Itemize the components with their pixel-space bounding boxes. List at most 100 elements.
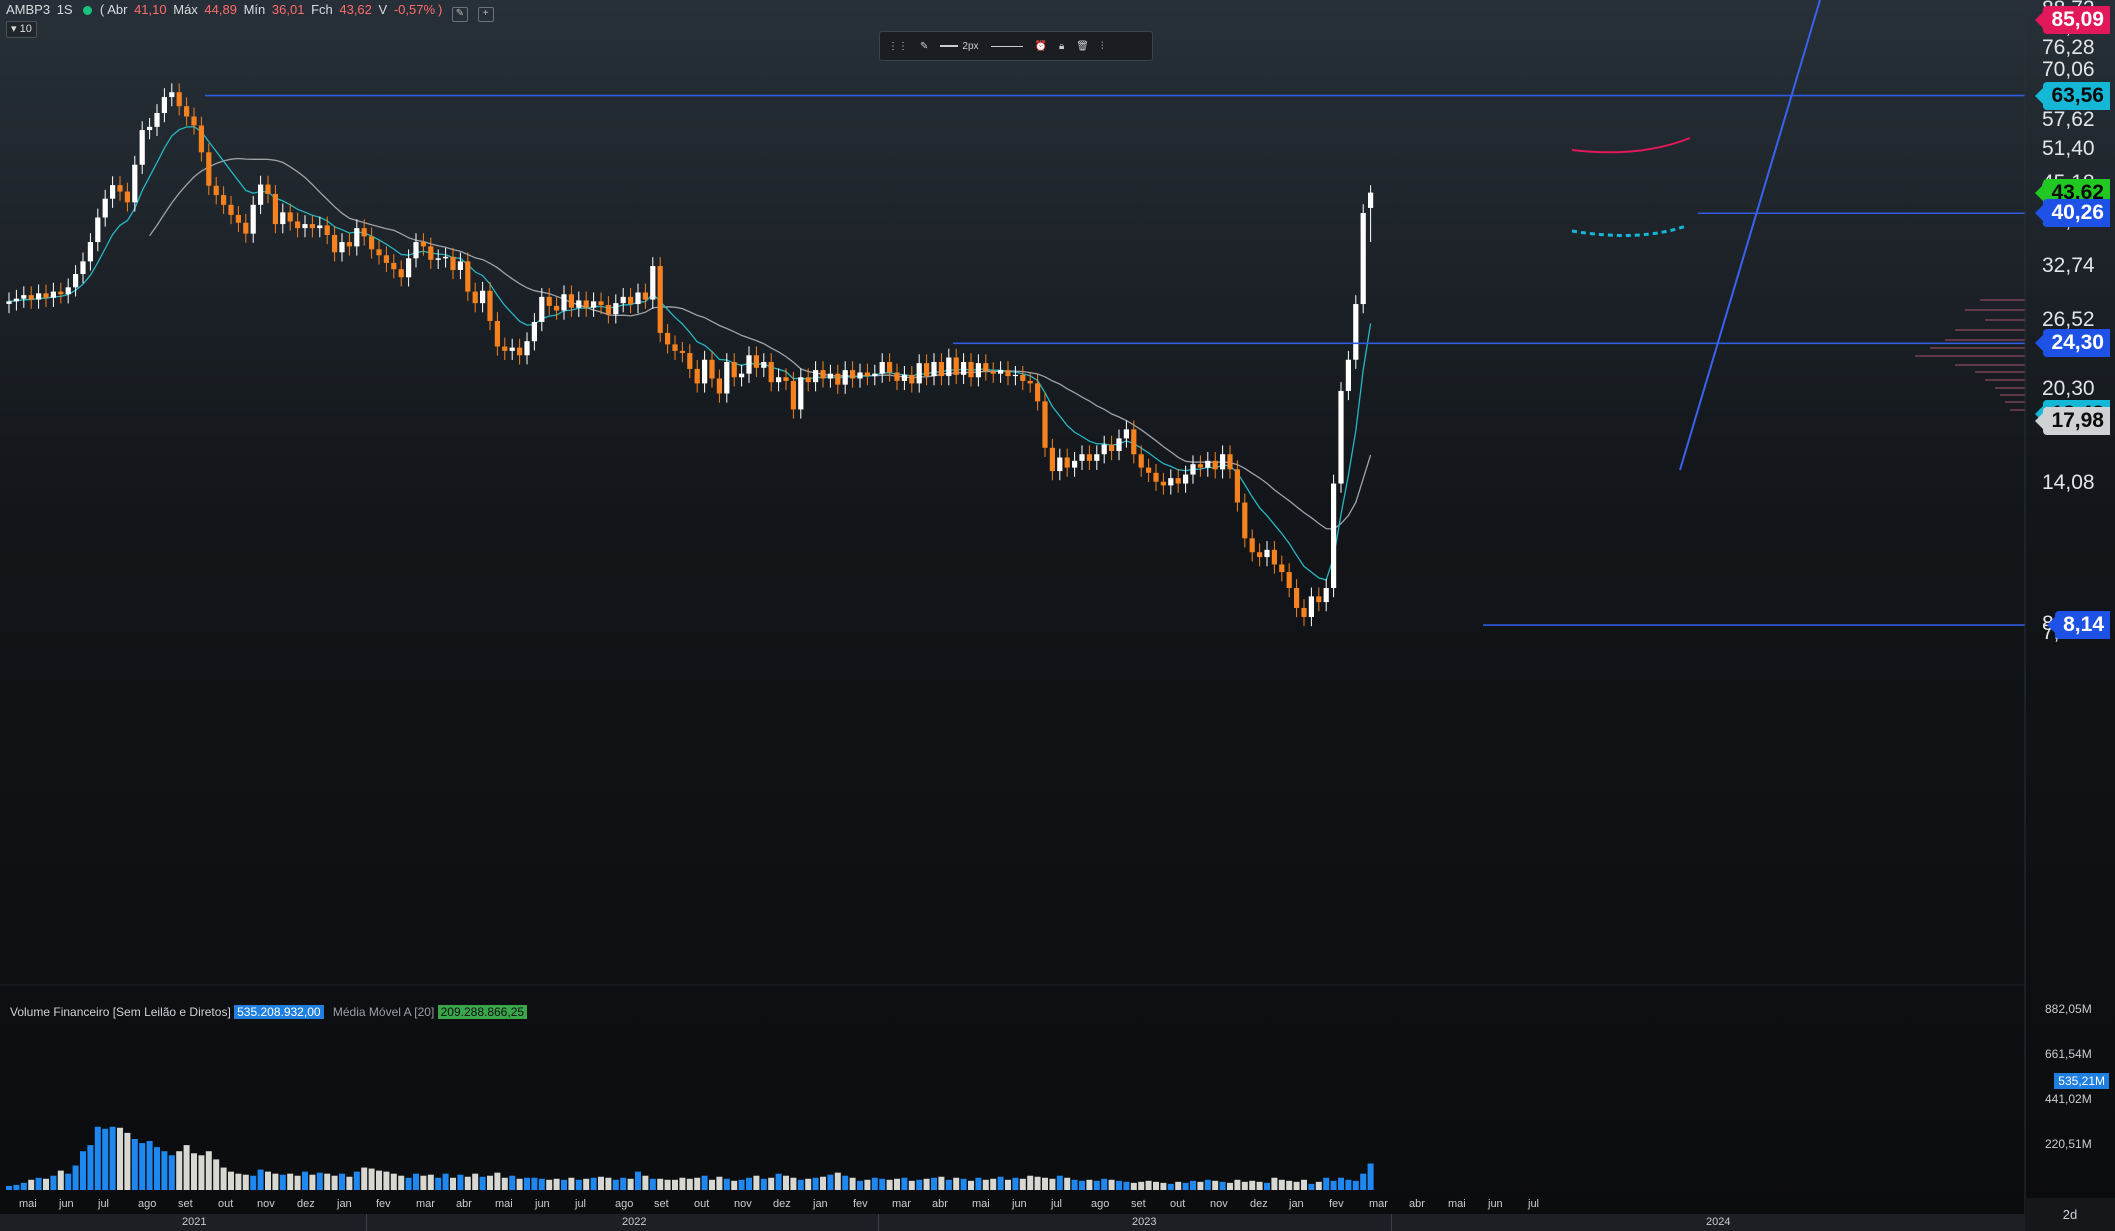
volume-bar[interactable]: [746, 1177, 752, 1190]
candle-body[interactable]: [731, 362, 737, 378]
candle-body[interactable]: [768, 362, 774, 383]
volume-bar[interactable]: [805, 1178, 812, 1190]
candle-body[interactable]: [95, 217, 101, 243]
candle-body[interactable]: [332, 235, 338, 253]
volume-bar[interactable]: [849, 1177, 856, 1190]
candle-body[interactable]: [169, 92, 175, 98]
volume-bar[interactable]: [524, 1177, 530, 1190]
candle-body[interactable]: [805, 377, 811, 383]
volume-bar[interactable]: [753, 1175, 760, 1190]
candle-body[interactable]: [272, 193, 278, 225]
candle-body[interactable]: [21, 295, 27, 299]
volume-bar[interactable]: [731, 1180, 738, 1190]
volume-bar[interactable]: [279, 1174, 286, 1190]
volume-bar[interactable]: [154, 1147, 160, 1190]
candle-body[interactable]: [472, 291, 478, 304]
volume-bar[interactable]: [723, 1178, 730, 1190]
volume-bar[interactable]: [1093, 1180, 1100, 1190]
candle-body[interactable]: [376, 249, 382, 256]
candle-body[interactable]: [28, 295, 34, 300]
volume-bar[interactable]: [1005, 1179, 1011, 1190]
price-chart[interactable]: [0, 0, 2115, 1231]
volume-bar[interactable]: [612, 1179, 619, 1190]
volume-bar[interactable]: [1219, 1181, 1226, 1190]
candle-body[interactable]: [1168, 478, 1174, 486]
candle-body[interactable]: [161, 97, 167, 114]
volume-bar[interactable]: [191, 1153, 197, 1190]
volume-bar[interactable]: [376, 1170, 382, 1190]
volume-bar[interactable]: [1323, 1177, 1330, 1190]
candle-body[interactable]: [820, 370, 826, 379]
volume-bar[interactable]: [80, 1151, 86, 1190]
candle-body[interactable]: [295, 221, 301, 229]
volume-bar[interactable]: [1101, 1178, 1108, 1190]
volume-bar[interactable]: [575, 1179, 582, 1190]
volume-bar[interactable]: [1293, 1181, 1300, 1190]
candle-body[interactable]: [916, 363, 922, 384]
volume-bar[interactable]: [1056, 1175, 1063, 1190]
volume-bar[interactable]: [1182, 1182, 1189, 1190]
volume-bar[interactable]: [43, 1178, 49, 1190]
volume-bar[interactable]: [168, 1155, 175, 1190]
candle-body[interactable]: [1123, 429, 1129, 439]
volume-bar[interactable]: [938, 1176, 945, 1190]
volume-bar[interactable]: [1278, 1179, 1285, 1190]
volume-bar[interactable]: [139, 1143, 146, 1190]
candle-body[interactable]: [702, 359, 708, 384]
candle-body[interactable]: [176, 92, 182, 107]
candle-body[interactable]: [398, 269, 404, 278]
candle-body[interactable]: [1368, 192, 1374, 208]
candle-body[interactable]: [1242, 502, 1248, 539]
volume-bar[interactable]: [1108, 1179, 1115, 1190]
volume-bar[interactable]: [931, 1177, 937, 1190]
candle-body[interactable]: [679, 350, 685, 354]
volume-bar[interactable]: [1138, 1181, 1145, 1190]
volume-bar[interactable]: [464, 1176, 471, 1190]
candle-body[interactable]: [198, 125, 204, 153]
candle-body[interactable]: [1094, 454, 1100, 461]
candle-body[interactable]: [650, 266, 656, 300]
candle-body[interactable]: [857, 372, 863, 379]
volume-bar[interactable]: [768, 1177, 775, 1190]
volume-bar[interactable]: [131, 1138, 138, 1190]
volume-bar[interactable]: [176, 1151, 183, 1190]
candle-body[interactable]: [1234, 469, 1240, 503]
volume-bar[interactable]: [516, 1178, 523, 1190]
volume-bar[interactable]: [442, 1173, 449, 1190]
volume-bar[interactable]: [509, 1175, 516, 1190]
candle-body[interactable]: [132, 164, 138, 203]
candle-body[interactable]: [487, 290, 493, 321]
volume-bar[interactable]: [109, 1126, 116, 1190]
candle-body[interactable]: [1360, 212, 1366, 305]
volume-bar[interactable]: [1352, 1180, 1359, 1190]
volume-bar[interactable]: [353, 1171, 360, 1190]
volume-bar[interactable]: [546, 1179, 553, 1190]
candle-body[interactable]: [990, 371, 996, 374]
volume-bar[interactable]: [561, 1179, 567, 1190]
candle-body[interactable]: [517, 347, 523, 356]
volume-bar[interactable]: [916, 1179, 923, 1190]
volume-bar[interactable]: [694, 1177, 701, 1190]
candle-body[interactable]: [635, 292, 641, 305]
volume-bar[interactable]: [331, 1175, 338, 1190]
candle-body[interactable]: [709, 359, 715, 379]
volume-bar[interactable]: [457, 1174, 464, 1190]
volume-bar[interactable]: [649, 1178, 656, 1190]
volume-bar[interactable]: [50, 1175, 57, 1190]
candle-body[interactable]: [924, 363, 930, 377]
candle-body[interactable]: [531, 321, 537, 342]
candle-body[interactable]: [1005, 370, 1011, 377]
volume-bar[interactable]: [57, 1170, 64, 1190]
candle-body[interactable]: [324, 225, 330, 236]
candle-body[interactable]: [842, 370, 848, 385]
candle-body[interactable]: [457, 261, 463, 271]
candle-body[interactable]: [665, 332, 671, 345]
candle-body[interactable]: [1301, 607, 1307, 617]
volume-bar[interactable]: [797, 1179, 804, 1190]
volume-bar[interactable]: [146, 1141, 153, 1190]
candle-body[interactable]: [346, 242, 352, 247]
candle-body[interactable]: [561, 294, 567, 311]
volume-bar[interactable]: [242, 1174, 249, 1190]
volume-bar[interactable]: [568, 1177, 575, 1190]
volume-bar[interactable]: [94, 1126, 101, 1190]
